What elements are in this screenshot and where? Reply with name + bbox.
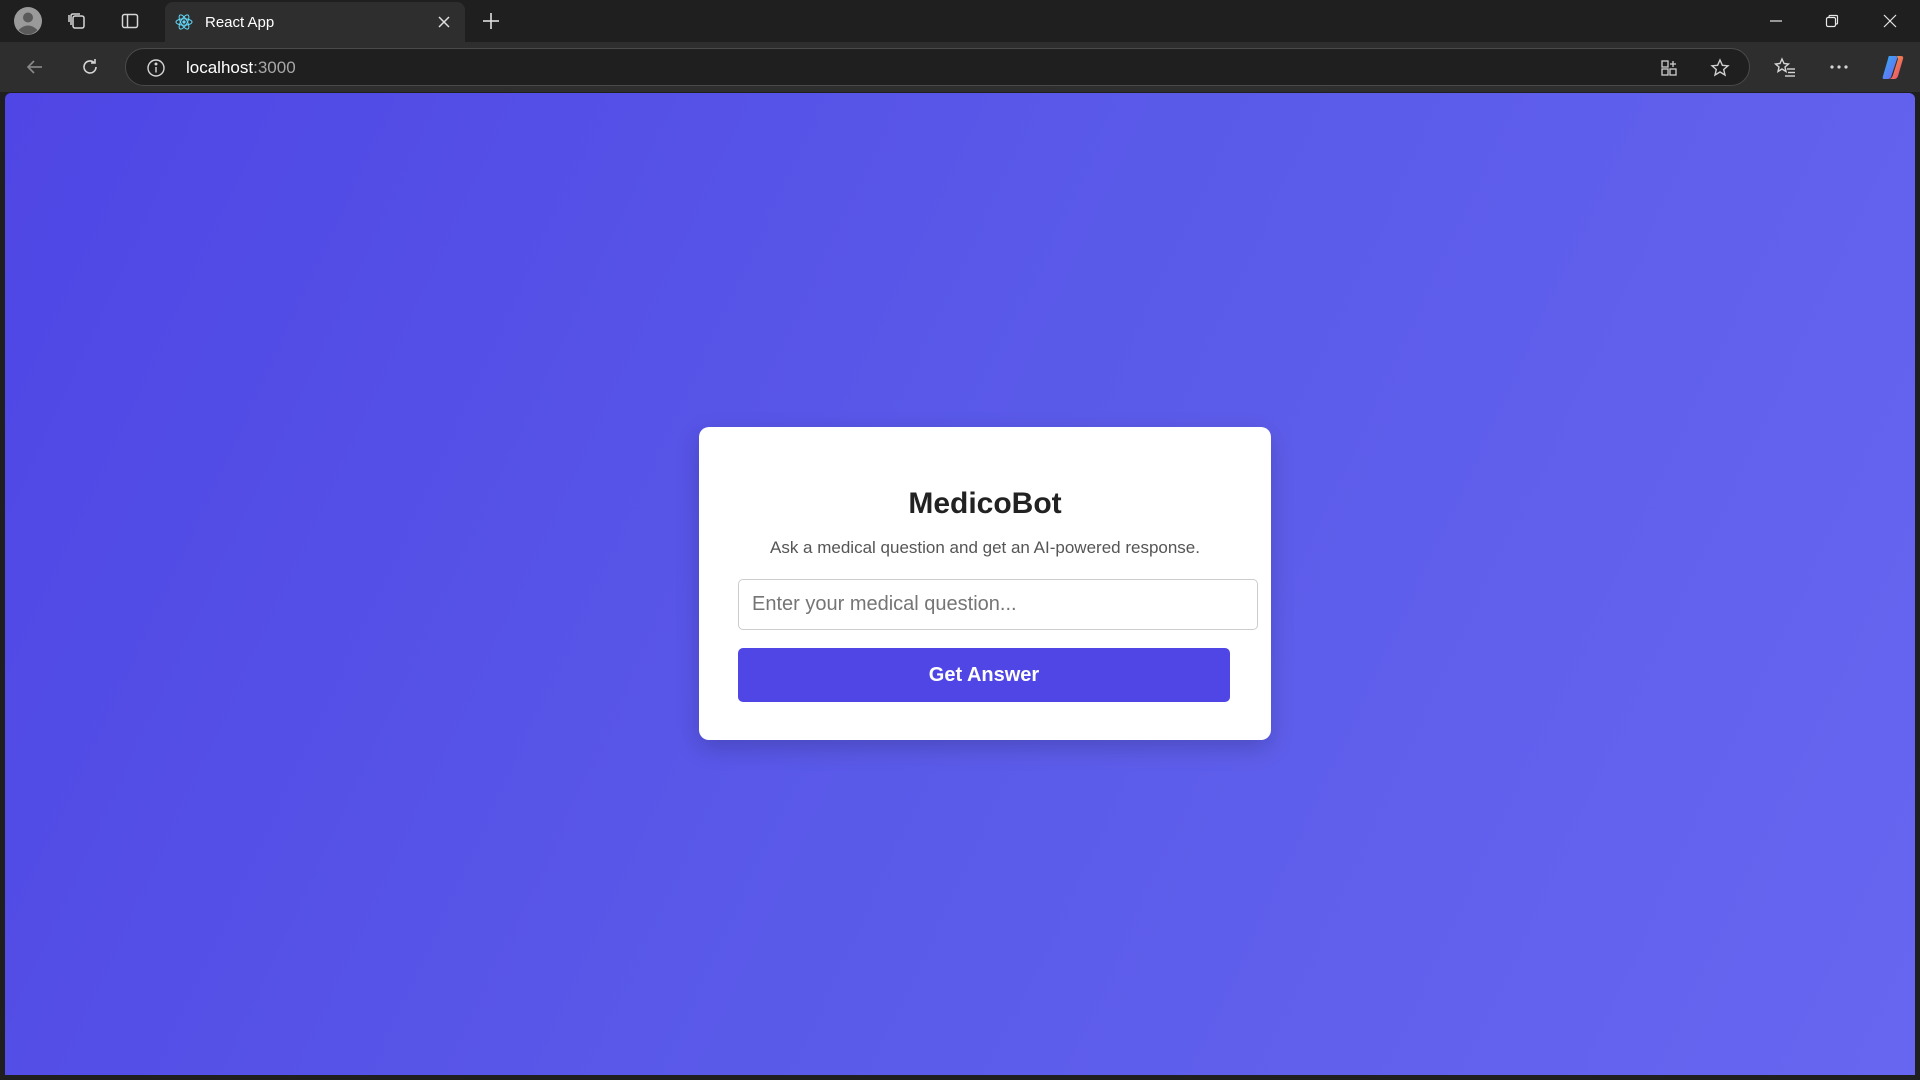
question-input[interactable] [738,579,1258,630]
url-host: localhost [186,58,254,77]
refresh-icon[interactable] [73,51,107,83]
close-icon[interactable] [432,10,456,34]
tab-react-app[interactable]: React App [165,2,465,42]
plus-icon[interactable] [475,6,507,36]
url-text[interactable]: localhost:3000 [186,58,296,78]
vertical-tabs-icon[interactable] [114,6,146,36]
minimize-icon[interactable] [1748,0,1804,42]
page-subtitle: Ask a medical question and get an AI-pow… [770,538,1200,557]
profile-icon[interactable] [12,6,44,36]
get-answer-button[interactable]: Get Answer [738,648,1230,702]
restore-icon[interactable] [1804,0,1860,42]
page-viewport: MedicoBot Ask a medical question and get… [5,93,1915,1075]
favorites-icon[interactable] [1768,51,1802,83]
browser-toolbar: localhost:3000 [0,42,1920,92]
page-title: MedicoBot [908,487,1062,520]
react-icon [175,13,193,31]
more-icon[interactable] [1822,51,1856,83]
medicobot-card: MedicoBot Ask a medical question and get… [699,427,1271,740]
close-window-icon[interactable] [1862,0,1918,42]
copilot-icon[interactable] [1876,51,1910,83]
app-available-icon[interactable] [1655,55,1683,81]
browser-titlebar: React App [0,0,1920,42]
info-icon[interactable] [146,58,166,78]
star-icon[interactable] [1706,55,1734,81]
back-arrow-icon[interactable] [18,51,52,83]
workspaces-icon[interactable] [61,6,93,36]
tab-title: React App [205,14,275,31]
address-bar[interactable]: localhost:3000 [125,48,1750,86]
url-port: :3000 [253,58,296,77]
